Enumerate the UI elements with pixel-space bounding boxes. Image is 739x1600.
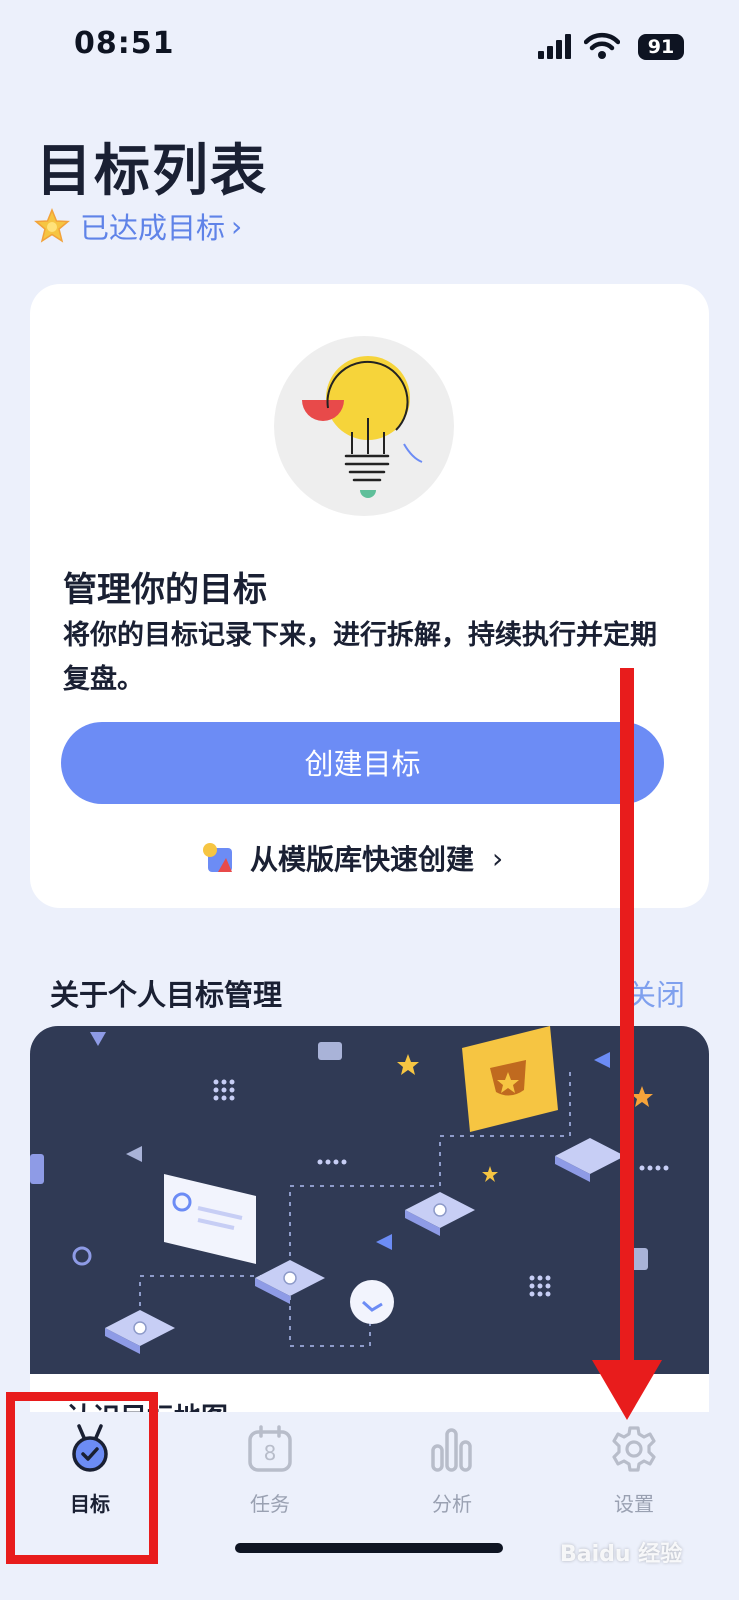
bar-chart-icon bbox=[431, 1428, 472, 1472]
calendar-8-icon: 8 bbox=[248, 1425, 292, 1472]
close-about-button[interactable]: 关闭 bbox=[627, 972, 685, 1014]
gear-icon bbox=[612, 1426, 656, 1472]
goal-intro-card: 管理你的目标 将你的目标记录下来，进行拆解，持续执行并定期复盘。 创建目标 从模… bbox=[30, 284, 709, 908]
template-icon bbox=[203, 843, 232, 872]
watermark: Baidu 经验 bbox=[560, 1542, 683, 1567]
template-library-label: 从模版库快速创建 bbox=[250, 843, 475, 876]
tab-tasks[interactable]: 8 任务 bbox=[180, 1412, 360, 1532]
tab-analysis-label: 分析 bbox=[432, 1492, 472, 1516]
about-section-title: 关于个人目标管理 bbox=[50, 978, 283, 1012]
tab-analysis[interactable]: 分析 bbox=[362, 1412, 542, 1532]
star-icon bbox=[34, 208, 70, 243]
card-title: 管理你的目标 bbox=[63, 570, 267, 610]
signal-icon bbox=[538, 34, 571, 59]
wifi-icon bbox=[584, 32, 620, 59]
tab-settings[interactable]: 设置 bbox=[544, 1412, 724, 1532]
achieved-goals-label: 已达成目标 bbox=[80, 211, 226, 245]
card-description: 将你的目标记录下来，进行拆解，持续执行并定期复盘。 bbox=[63, 620, 657, 695]
template-library-link[interactable]: 从模版库快速创建 › bbox=[202, 836, 503, 880]
annotation-highlight-box bbox=[6, 1392, 158, 1564]
tab-tasks-label: 任务 bbox=[250, 1492, 290, 1516]
page-title: 目标列表 bbox=[36, 139, 268, 204]
home-indicator[interactable] bbox=[235, 1543, 503, 1553]
battery-icon: 91 bbox=[638, 34, 684, 60]
goal-map-illustration[interactable] bbox=[30, 1026, 709, 1426]
lightbulb-illustration bbox=[272, 334, 456, 518]
achieved-goals-link[interactable]: 已达成目标 › bbox=[34, 206, 242, 246]
status-time: 08:51 bbox=[74, 26, 175, 61]
calendar-day: 8 bbox=[264, 1441, 277, 1465]
status-icons: 91 bbox=[538, 32, 688, 62]
tab-settings-label: 设置 bbox=[614, 1492, 654, 1516]
create-goal-button[interactable]: 创建目标 bbox=[61, 722, 664, 804]
chevron-right-icon: › bbox=[231, 209, 243, 243]
chevron-right-icon: › bbox=[492, 841, 504, 875]
